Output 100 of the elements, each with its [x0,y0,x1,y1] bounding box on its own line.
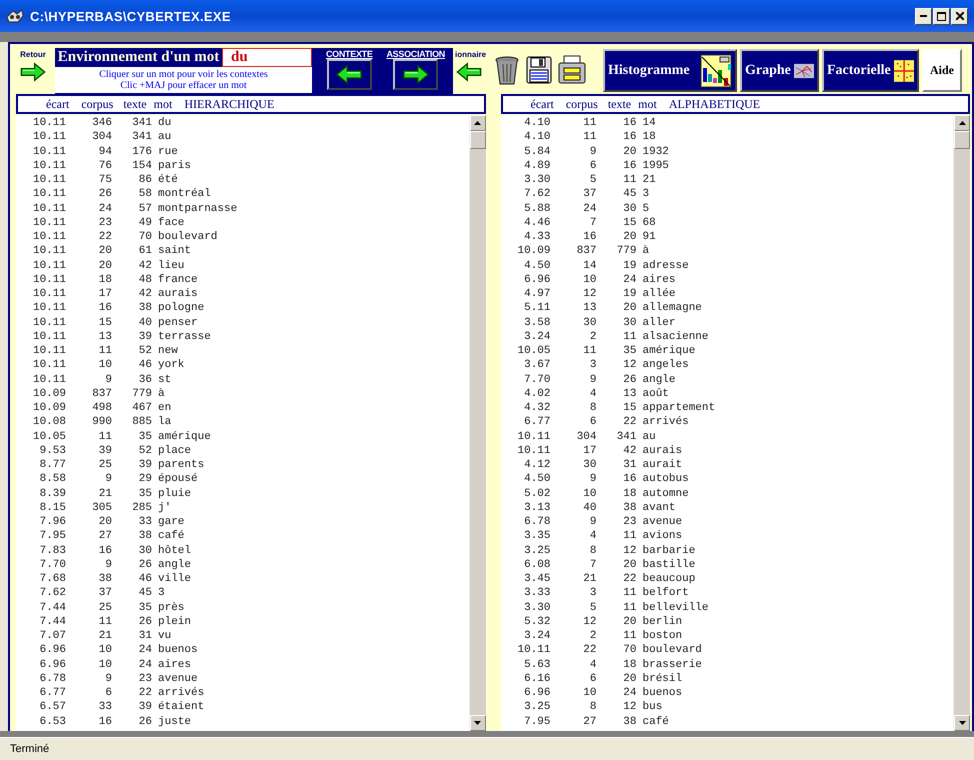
table-cell-text: 7.44 [38,600,66,615]
table-cell-text: 10.11 [32,244,66,258]
table-cell-text: 341 [616,430,636,444]
table-cell: 68 [642,216,656,230]
table-cell: été [158,173,178,188]
table-cell: beaucoup [642,572,696,586]
table-cell-text: 27 [98,529,112,544]
table-cell-text: 26 [98,187,112,202]
table-cell-text: 7 [588,558,596,572]
left-arrow-icon [335,64,364,85]
table-cell-text: 10.11 [32,173,66,188]
table-cell-text: 20 [622,230,636,244]
table-cell-text: 10.11 [32,358,66,372]
table-cell: 18 [642,130,656,144]
table-cell-text: 11 [98,344,112,358]
trash-icon [494,54,520,86]
table-cell-text: 6.08 [523,558,550,572]
table-cell-text: 11 [582,344,596,358]
table-cell: angeles [642,358,689,372]
table-cell-text: 24 [622,686,636,700]
table-cell-text: 38 [138,529,152,544]
table-cell-text: 6.78 [523,515,550,530]
word-field[interactable]: du [222,48,312,67]
scroll-up-button[interactable] [470,115,486,131]
table-cell-text: 23 [98,216,112,230]
printer-icon [558,55,586,85]
table-cell-text: 3.24 [523,629,550,644]
table-cell-text: 22 [582,643,596,658]
scroll-thumb[interactable] [954,131,970,149]
table-cell-text: 10.11 [32,258,66,273]
table-cell-text: 7.70 [38,558,66,572]
table-cell-text: 4.89 [523,158,550,173]
factorial-button[interactable]: Factorielle [822,49,919,92]
table-cell: rue [158,144,178,159]
table-cell-text: 6.53 [38,714,66,729]
back-button[interactable]: Retour [16,50,50,90]
table-cell-text: 13 [582,301,596,316]
table-cell: appartement [642,401,716,416]
scroll-thumb[interactable] [470,131,486,149]
scroll-down-button[interactable] [470,715,486,731]
scroll-down-button[interactable] [954,715,970,731]
table-cell-text: 14 [582,258,596,273]
up-triangle-icon [958,121,966,125]
scroll-up-button[interactable] [954,115,970,131]
table-cell-text: 9 [588,144,596,159]
table-cell-text: 49 [138,216,152,230]
table-cell: 1995 [642,158,669,173]
table-cell-text: 3 [588,358,596,372]
table-cell-text: 16 [622,472,636,486]
table-cell-text: 57 [138,202,152,216]
table-cell: août [642,386,669,401]
table-cell: montparnasse [158,202,238,216]
left-arrow-icon [455,62,483,82]
graph-button[interactable]: Graphe [740,49,819,92]
association-button[interactable] [393,59,438,90]
table-cell: buenos [642,686,682,700]
maximize-button[interactable] [933,8,950,24]
table-cell-text: 10.11 [32,202,66,216]
table-cell-text: 33 [98,700,112,714]
scrollbar[interactable] [468,115,486,731]
table-cell: belfort [642,586,689,600]
table-cell-text: 16 [622,130,636,144]
table-cell-text: 30 [622,202,636,216]
table-cell-text: 4.97 [523,287,550,302]
table-cell-text: 304 [91,130,112,144]
table-cell-text: 31 [622,458,636,472]
table-cell-text: 22 [138,686,152,700]
table-cell: 91 [642,230,656,244]
table-cell-text: 23 [622,515,636,530]
table-cell: amérique [158,430,211,444]
table-cell-text: 46 [138,572,152,586]
histogram-button[interactable]: Histogramme [603,49,737,92]
table-cell: bus [642,700,662,714]
table-cell-text: 20 [98,515,112,530]
table-cell-text: 21 [98,486,112,501]
table-cell: avenue [642,515,682,530]
table-cell-text: 10.11 [32,230,66,244]
table-cell-text: 40 [582,500,596,515]
table-cell-text: 26 [138,714,152,729]
scrollbar[interactable] [953,115,970,731]
table-cell-text: 58 [138,187,152,202]
bar-chart-icon [700,54,732,88]
table-cell: 14 [642,116,656,130]
context-button[interactable] [326,59,372,90]
close-button[interactable] [951,8,968,24]
table-cell-text: 10.11 [32,330,66,344]
table-cell: aller [642,316,676,330]
table-cell: angle [642,372,676,387]
table-cell-text: 70 [138,230,152,244]
table-cell-text: 4.50 [523,258,550,273]
minimize-button[interactable] [915,8,932,24]
table-cell-text: 15 [622,216,636,230]
table-cell-text: 4.10 [523,130,550,144]
table-cell-text: 18 [622,658,636,672]
table-cell-text: 12 [582,287,596,302]
table-cell-text: 17 [582,444,596,458]
dictionary-button[interactable]: ionnaire [455,50,489,90]
table-cell-text: 38 [622,714,636,729]
table-cell: avenue [158,672,198,686]
help-button[interactable]: Aide [922,49,962,92]
